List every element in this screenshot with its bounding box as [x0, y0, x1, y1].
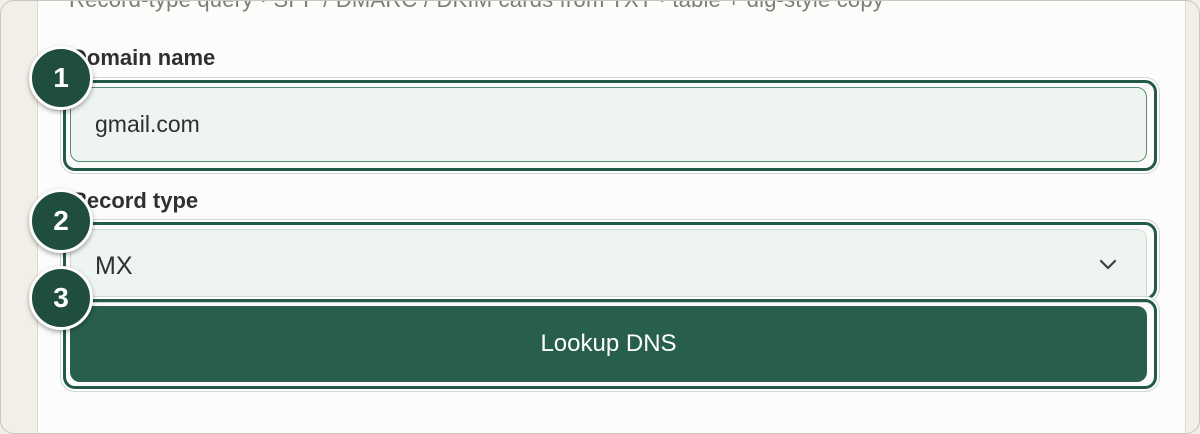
step-badge-1: 1	[29, 46, 93, 110]
screenshot-frame: Record-type query · SPF / DMARC / DKIM c…	[0, 0, 1200, 434]
record-type-value: MX	[95, 252, 133, 280]
domain-name-label: Domain name	[71, 45, 216, 70]
domain-name-input[interactable]	[70, 87, 1147, 162]
tool-subheader: Record-type query · SPF / DMARC / DKIM c…	[69, 1, 884, 13]
chevron-down-icon	[1099, 259, 1117, 270]
step-badge-3: 3	[29, 266, 93, 330]
record-type-select[interactable]: MX	[70, 229, 1147, 299]
lookup-dns-button[interactable]: Lookup DNS	[70, 306, 1147, 382]
step-badge-2: 2	[29, 189, 93, 253]
